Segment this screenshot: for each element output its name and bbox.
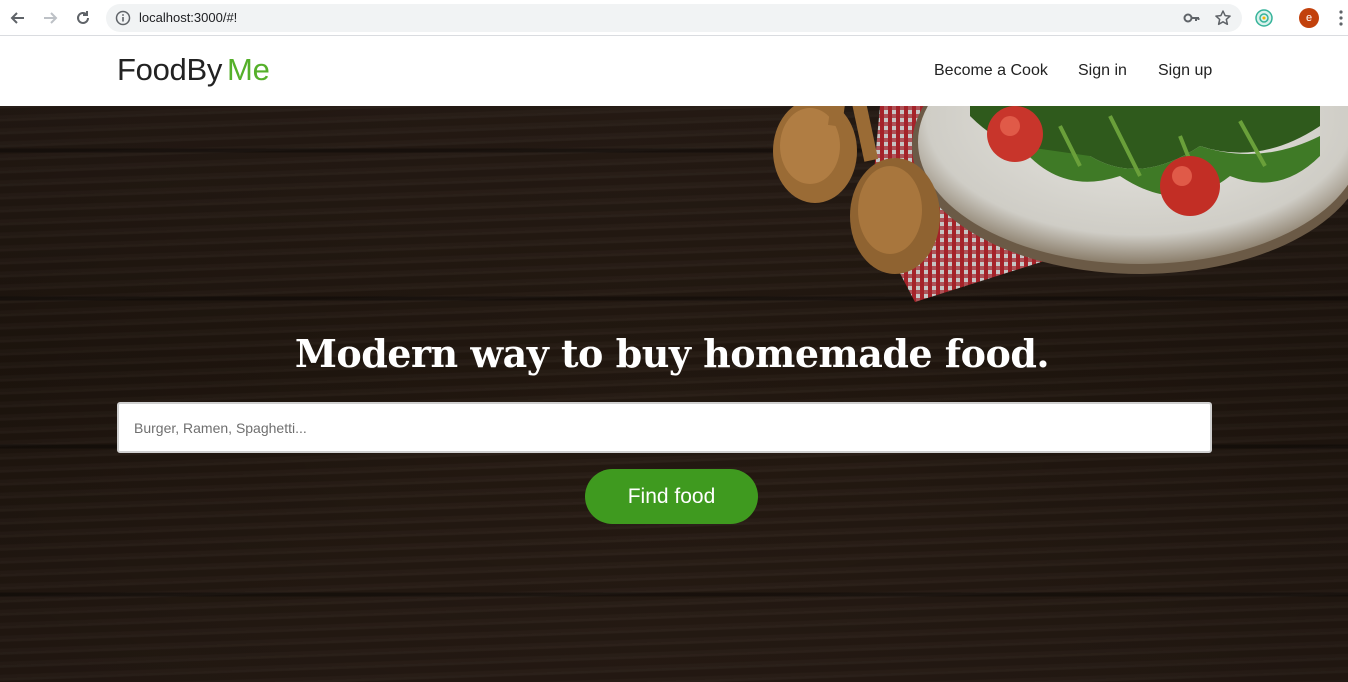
logo-text-me: Me: [227, 52, 270, 87]
nav-sign-in[interactable]: Sign in: [1078, 61, 1127, 81]
logo[interactable]: FoodBy Me: [117, 51, 270, 89]
forward-arrow-icon[interactable]: [40, 8, 60, 28]
info-icon[interactable]: [115, 10, 131, 26]
food-search-input[interactable]: [117, 402, 1212, 453]
find-food-button[interactable]: Find food: [585, 469, 758, 524]
reload-icon[interactable]: [73, 8, 93, 28]
star-icon[interactable]: [1214, 9, 1232, 27]
nav-become-a-cook[interactable]: Become a Cook: [934, 61, 1048, 81]
hero-title: Modern way to buy homemade food.: [294, 331, 1050, 377]
back-arrow-icon[interactable]: [8, 8, 28, 28]
hero-background-food-image: [773, 106, 1348, 302]
key-icon[interactable]: [1183, 10, 1201, 26]
hero-section: Modern way to buy homemade food. Find fo…: [0, 106, 1348, 682]
site-header: FoodBy Me Become a Cook Sign in Sign up: [0, 37, 1348, 106]
logo-text-foodby: FoodBy: [117, 52, 223, 87]
kebab-menu-icon[interactable]: [1334, 9, 1348, 27]
nav-sign-up[interactable]: Sign up: [1158, 61, 1212, 81]
address-bar[interactable]: localhost:3000/#!: [106, 4, 1242, 32]
extension-icon[interactable]: [1254, 8, 1274, 28]
browser-toolbar: localhost:3000/#! e: [0, 0, 1348, 36]
url-text[interactable]: localhost:3000/#!: [139, 10, 237, 26]
profile-avatar[interactable]: e: [1299, 8, 1319, 28]
